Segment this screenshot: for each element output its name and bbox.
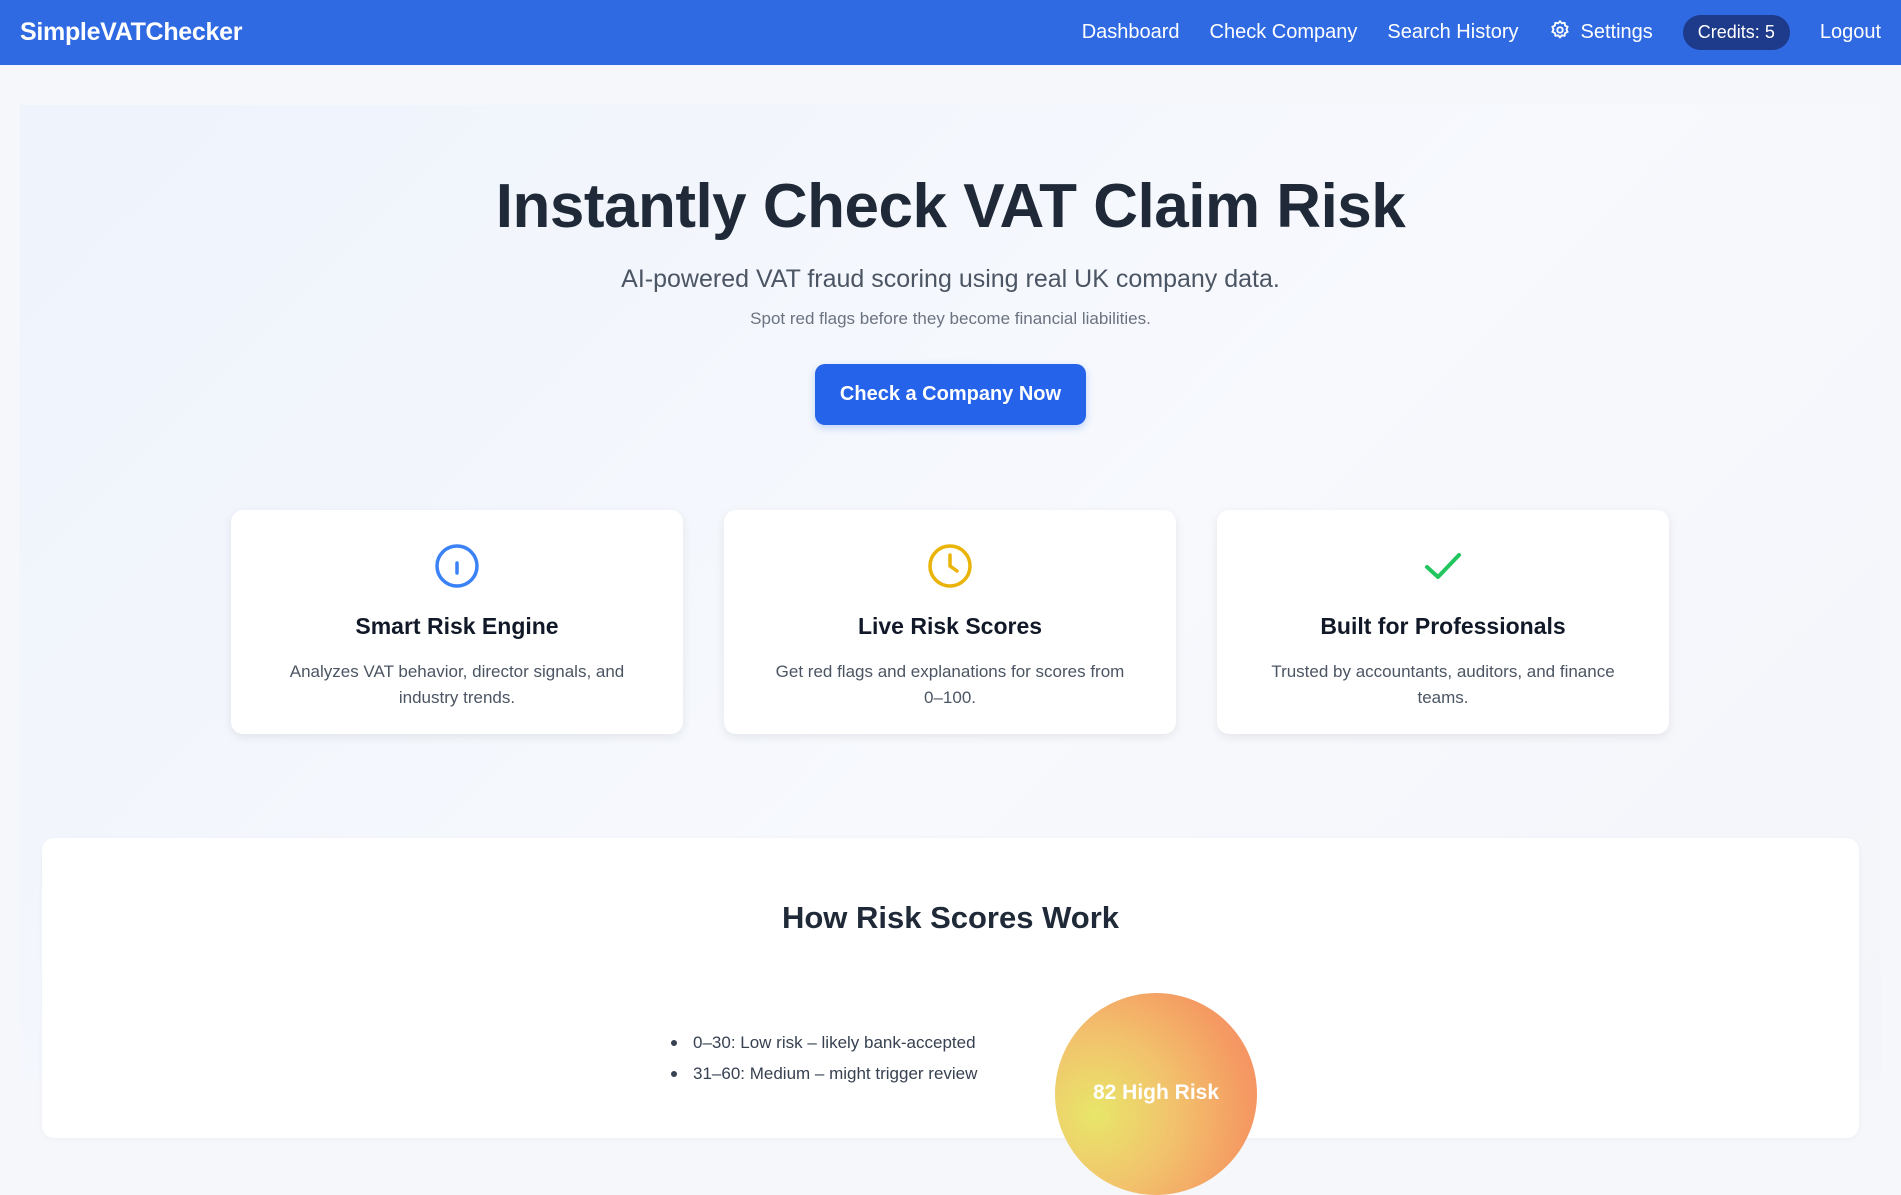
nav-dashboard-link[interactable]: Dashboard — [1082, 21, 1180, 44]
settings-label: Settings — [1580, 21, 1653, 43]
feature-title: Built for Professionals — [1320, 613, 1566, 639]
nav-search-history-link[interactable]: Search History — [1387, 21, 1518, 44]
credits-badge: Credits: 5 — [1682, 15, 1790, 50]
hero-tagline: Spot red flags before they become financ… — [750, 309, 1151, 328]
nav-check-company-link[interactable]: Check Company — [1210, 21, 1358, 44]
gauge-label: 82 High Risk — [1092, 1081, 1220, 1104]
feature-title: Live Risk Scores — [857, 613, 1043, 639]
logout-link[interactable]: Logout — [1820, 21, 1881, 44]
nav-menu: Dashboard Check Company Search History S… — [1082, 15, 1881, 50]
risk-scores-title: How Risk Scores Work — [781, 900, 1120, 935]
hero-title: Instantly Check VAT Claim Risk — [495, 172, 1406, 241]
feature-description: Get red flags and explanations for score… — [775, 662, 1125, 707]
risk-score-list: 0–30: Low risk – likely bank-accepted 31… — [667, 1032, 977, 1094]
risk-score-gauge: 82 High Risk — [1055, 993, 1257, 1195]
feature-description: Analyzes VAT behavior, director signals,… — [289, 662, 625, 707]
brand-logo[interactable]: SimpleVATChecker — [20, 18, 242, 47]
hero-section: Instantly Check VAT Claim Risk AI-powere… — [20, 105, 1881, 1195]
hero-subtitle: AI-powered VAT fraud scoring using real … — [621, 265, 1280, 293]
feature-description: Trusted by accountants, auditors, and fi… — [1271, 662, 1615, 707]
feature-card-live-risk-scores: Live Risk Scores Get red flags and expla… — [724, 510, 1176, 734]
feature-title: Smart Risk Engine — [355, 613, 559, 639]
settings-icon — [1549, 19, 1571, 47]
feature-card-built-for-professionals: Built for Professionals Trusted by accou… — [1217, 510, 1669, 734]
checkmark-icon — [1217, 542, 1669, 590]
top-navbar: SimpleVATChecker Dashboard Check Company… — [0, 0, 1901, 65]
risk-scores-panel: How Risk Scores Work 0–30: Low risk – li… — [42, 838, 1859, 1195]
clock-icon — [724, 542, 1176, 590]
info-icon — [231, 542, 683, 590]
check-company-now-button[interactable]: Check a Company Now — [815, 364, 1086, 425]
feature-card-smart-risk-engine: Smart Risk Engine Analyzes VAT behavior,… — [231, 510, 683, 734]
nav-settings-link[interactable]: Settings — [1549, 19, 1653, 47]
list-item: 0–30: Low risk – likely bank-accepted — [667, 1032, 977, 1063]
